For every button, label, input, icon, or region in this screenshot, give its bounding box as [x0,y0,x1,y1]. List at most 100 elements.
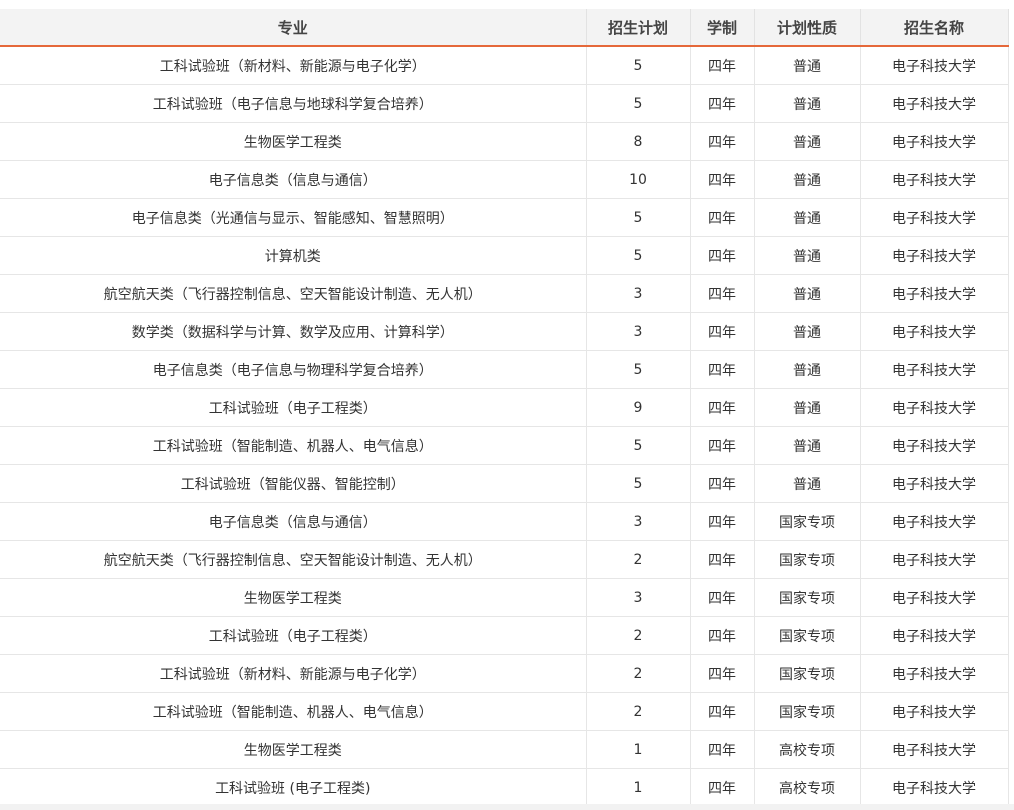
bottom-border-strip [0,804,1014,810]
cell-major: 生物医学工程类 [0,730,587,769]
cell-nature: 国家专项 [753,578,861,617]
cell-major: 工科试验班 (电子工程类) [0,768,587,807]
cell-duration: 四年 [689,692,755,731]
cell-duration: 四年 [689,426,755,465]
cell-nature: 国家专项 [753,502,861,541]
cell-duration: 四年 [689,502,755,541]
table-row[interactable]: 电子信息类（光通信与显示、智能感知、智慧照明） 5 四年 普通 电子科技大学 [0,198,1009,237]
table-row[interactable]: 工科试验班（智能仪器、智能控制） 5 四年 普通 电子科技大学 [0,464,1009,503]
cell-duration: 四年 [689,616,755,655]
column-header-duration[interactable]: 学制 [689,9,755,47]
cell-major: 工科试验班（电子信息与地球科学复合培养） [0,84,587,123]
cell-plan: 5 [585,198,691,237]
table-row[interactable]: 航空航天类（飞行器控制信息、空天智能设计制造、无人机） 2 四年 国家专项 电子科技大学 [0,540,1009,579]
cell-plan: 2 [585,540,691,579]
cell-major: 电子信息类（信息与通信） [0,160,587,199]
table-row[interactable]: 工科试验班（电子信息与地球科学复合培养） 5 四年 普通 电子科技大学 [0,84,1009,123]
cell-plan: 8 [585,122,691,161]
cell-major: 工科试验班（新材料、新能源与电子化学） [0,45,587,85]
cell-nature: 高校专项 [753,730,861,769]
cell-plan: 2 [585,692,691,731]
column-header-nature[interactable]: 计划性质 [753,9,861,47]
column-header-plan[interactable]: 招生计划 [585,9,691,47]
table-row[interactable]: 工科试验班（新材料、新能源与电子化学） 2 四年 国家专项 电子科技大学 [0,654,1009,693]
cell-school: 电子科技大学 [859,274,1009,313]
table-row[interactable]: 工科试验班 (电子工程类) 1 四年 高校专项 电子科技大学 [0,768,1009,807]
table-row[interactable]: 航空航天类（飞行器控制信息、空天智能设计制造、无人机） 3 四年 普通 电子科技大学 [0,274,1009,313]
cell-school: 电子科技大学 [859,84,1009,123]
cell-nature: 普通 [753,274,861,313]
cell-school: 电子科技大学 [859,578,1009,617]
cell-school: 电子科技大学 [859,388,1009,427]
cell-plan: 3 [585,312,691,351]
table-row[interactable]: 工科试验班（新材料、新能源与电子化学） 5 四年 普通 电子科技大学 [0,45,1009,85]
column-header-school[interactable]: 招生名称 [859,9,1009,47]
cell-major: 工科试验班（智能制造、机器人、电气信息） [0,692,587,731]
cell-nature: 国家专项 [753,616,861,655]
cell-school: 电子科技大学 [859,768,1009,807]
cell-school: 电子科技大学 [859,426,1009,465]
cell-duration: 四年 [689,198,755,237]
cell-plan: 3 [585,274,691,313]
cell-duration: 四年 [689,464,755,503]
table-row[interactable]: 工科试验班（电子工程类） 9 四年 普通 电子科技大学 [0,388,1009,427]
cell-major: 数学类（数据科学与计算、数学及应用、计算科学） [0,312,587,351]
column-header-major[interactable]: 专业 [0,9,587,47]
cell-school: 电子科技大学 [859,502,1009,541]
cell-duration: 四年 [689,274,755,313]
cell-duration: 四年 [689,236,755,275]
cell-nature: 普通 [753,198,861,237]
table-row[interactable]: 电子信息类（电子信息与物理科学复合培养） 5 四年 普通 电子科技大学 [0,350,1009,389]
cell-major: 计算机类 [0,236,587,275]
cell-school: 电子科技大学 [859,654,1009,693]
cell-nature: 普通 [753,388,861,427]
cell-plan: 5 [585,45,691,85]
cell-school: 电子科技大学 [859,160,1009,199]
cell-duration: 四年 [689,730,755,769]
cell-plan: 5 [585,236,691,275]
cell-major: 工科试验班（电子工程类） [0,616,587,655]
cell-nature: 国家专项 [753,654,861,693]
cell-duration: 四年 [689,160,755,199]
table-row[interactable]: 工科试验班（智能制造、机器人、电气信息） 5 四年 普通 电子科技大学 [0,426,1009,465]
cell-nature: 国家专项 [753,540,861,579]
cell-school: 电子科技大学 [859,312,1009,351]
table-row[interactable]: 生物医学工程类 1 四年 高校专项 电子科技大学 [0,730,1009,769]
cell-major: 电子信息类（光通信与显示、智能感知、智慧照明） [0,198,587,237]
cell-nature: 普通 [753,426,861,465]
cell-duration: 四年 [689,768,755,807]
cell-school: 电子科技大学 [859,198,1009,237]
cell-nature: 高校专项 [753,768,861,807]
cell-nature: 普通 [753,160,861,199]
cell-major: 生物医学工程类 [0,122,587,161]
cell-nature: 普通 [753,312,861,351]
table-row[interactable]: 生物医学工程类 8 四年 普通 电子科技大学 [0,122,1009,161]
cell-plan: 10 [585,160,691,199]
cell-major: 航空航天类（飞行器控制信息、空天智能设计制造、无人机） [0,274,587,313]
cell-major: 航空航天类（飞行器控制信息、空天智能设计制造、无人机） [0,540,587,579]
cell-duration: 四年 [689,45,755,85]
cell-school: 电子科技大学 [859,45,1009,85]
cell-nature: 普通 [753,464,861,503]
cell-plan: 2 [585,616,691,655]
table-row[interactable]: 数学类（数据科学与计算、数学及应用、计算科学） 3 四年 普通 电子科技大学 [0,312,1009,351]
cell-plan: 3 [585,502,691,541]
table-row[interactable]: 计算机类 5 四年 普通 电子科技大学 [0,236,1009,275]
cell-school: 电子科技大学 [859,122,1009,161]
cell-school: 电子科技大学 [859,616,1009,655]
table-row[interactable]: 生物医学工程类 3 四年 国家专项 电子科技大学 [0,578,1009,617]
cell-nature: 国家专项 [753,692,861,731]
cell-plan: 1 [585,730,691,769]
table-row[interactable]: 电子信息类（信息与通信） 10 四年 普通 电子科技大学 [0,160,1009,199]
cell-school: 电子科技大学 [859,464,1009,503]
cell-duration: 四年 [689,578,755,617]
table-row[interactable]: 工科试验班（智能制造、机器人、电气信息） 2 四年 国家专项 电子科技大学 [0,692,1009,731]
cell-plan: 2 [585,654,691,693]
table-row[interactable]: 电子信息类（信息与通信） 3 四年 国家专项 电子科技大学 [0,502,1009,541]
cell-duration: 四年 [689,654,755,693]
cell-major: 工科试验班（智能制造、机器人、电气信息） [0,426,587,465]
table-row[interactable]: 工科试验班（电子工程类） 2 四年 国家专项 电子科技大学 [0,616,1009,655]
cell-school: 电子科技大学 [859,540,1009,579]
cell-school: 电子科技大学 [859,350,1009,389]
cell-plan: 1 [585,768,691,807]
